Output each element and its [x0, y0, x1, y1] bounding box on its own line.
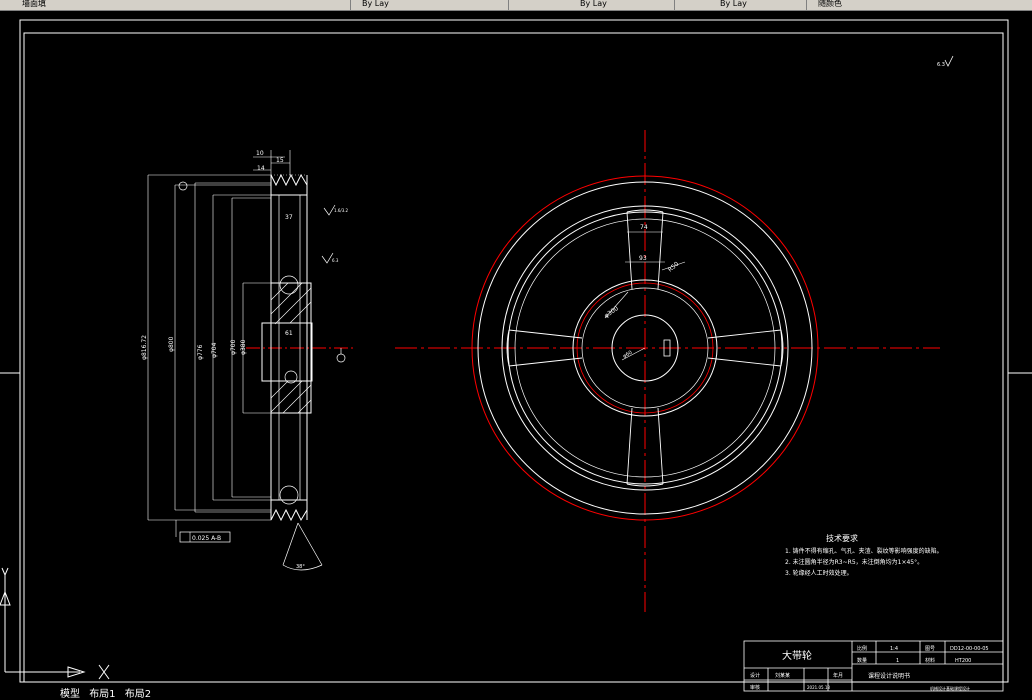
tech-req-line-2: 2. 未注圆角半径为R3~R5，未注倒角均为1×45°。 — [785, 558, 923, 566]
check-label: 审核 — [750, 684, 760, 691]
dim-dia-380: φ380 — [240, 339, 247, 355]
groove-angle: 38° — [296, 564, 305, 570]
roughness-2: 6.3 — [332, 258, 339, 263]
part-name: 大带轮 — [782, 649, 812, 662]
qty-value: 1 — [896, 658, 899, 664]
ucs-icon — [0, 567, 110, 680]
dim-93: 93 — [639, 255, 647, 262]
side-view[interactable]: φ816.72 φ800 φ776 φ704 φ700 φ380 10 15 1… — [141, 150, 355, 571]
groove-angle-detail — [282, 522, 323, 571]
dim-37: 37 — [285, 214, 293, 221]
roughness-1: 1.6/3.2 — [334, 208, 349, 213]
corner-roughness-mark: 6.3 — [937, 62, 945, 68]
dim-dia-700: φ700 — [230, 339, 237, 355]
tech-req-title: 技术要求 — [826, 533, 858, 543]
bottom-grooves — [270, 499, 308, 522]
dim-top-14: 14 — [257, 165, 265, 172]
school: 课程设计说明书 — [868, 672, 910, 680]
inner-frame — [23, 32, 1004, 683]
tech-req-line-3: 3. 轮缘经人工时效处理。 — [785, 569, 853, 577]
dim-300: φ300 — [603, 305, 620, 320]
dim-dia-704: φ704 — [211, 342, 218, 358]
datum-symbol-right — [336, 353, 346, 363]
material-label: 材料 — [925, 657, 935, 664]
drawing-no-label: 图号 — [925, 646, 935, 652]
dim-61: 61 — [285, 330, 293, 337]
tab-layout-2[interactable]: 布局2 — [125, 689, 151, 700]
date-value: 2021.05.18 — [807, 685, 830, 690]
drawing-no: DD12-00-00-05 — [950, 646, 989, 652]
footer-text: 机械设计基础课程设计 — [930, 685, 970, 691]
date-label: 年月 — [833, 672, 843, 679]
front-view[interactable]: 74 93 R50 φ300 φ60 — [395, 130, 940, 612]
dim-top-10: 10 — [256, 150, 264, 157]
dim-outer-dia: φ816.72 — [141, 335, 148, 360]
scale-label: 比例 — [857, 645, 867, 652]
tab-layout-1[interactable]: 布局1 — [89, 689, 115, 700]
tolerance-text: 0.025 A-B — [192, 535, 221, 542]
dim-top-15: 15 — [276, 157, 284, 164]
web-fillet-bottom — [279, 485, 299, 505]
tab-model[interactable]: 模型 — [60, 689, 80, 700]
dim-r50: R50 — [667, 260, 681, 273]
top-grooves — [270, 173, 308, 196]
design-label: 设计 — [750, 672, 760, 679]
layout-tabs: 模型 布局1 布局2 — [60, 689, 157, 700]
technical-requirements: 技术要求 1. 铸件不得有缩孔、气孔、夹渣、裂纹等影响强度的缺陷。 2. 未注圆… — [785, 533, 943, 577]
material-value: HT200 — [955, 658, 971, 664]
drawing-canvas[interactable]: 6.3 φ816.72 φ800 φ776 φ704 φ700 φ380 10 … — [0, 0, 1032, 700]
designer: 刘某某 — [775, 672, 790, 679]
scale-value: 1:4 — [890, 646, 898, 652]
web-fillet-top — [279, 275, 299, 295]
dim-dia-800: φ800 — [168, 336, 175, 352]
tech-req-line-1: 1. 铸件不得有缩孔、气孔、夹渣、裂纹等影响强度的缺陷。 — [785, 547, 943, 555]
datum-symbol-top — [178, 181, 188, 191]
dim-center: φ60 — [622, 350, 633, 360]
dim-74: 74 — [640, 224, 648, 231]
qty-label: 数量 — [857, 657, 867, 664]
dim-dia-776: φ776 — [197, 344, 204, 360]
roughness-symbol — [944, 55, 954, 67]
tolerance-frame: 0.025 A-B — [175, 520, 231, 543]
